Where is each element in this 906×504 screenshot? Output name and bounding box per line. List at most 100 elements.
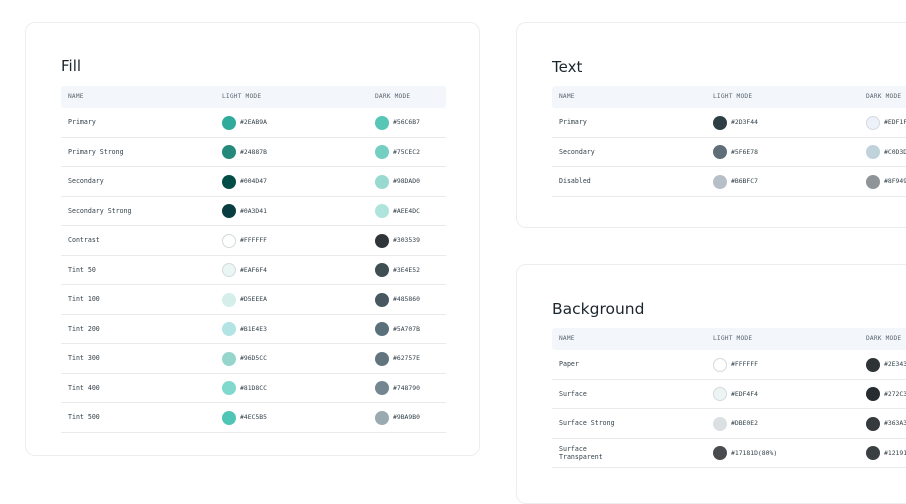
light-color-swatch [713, 387, 727, 401]
dark-hex-value: #485860 [393, 295, 420, 303]
light-hex-value: #2EAB9A [240, 118, 267, 126]
token-name: Paper [559, 360, 579, 368]
light-color-swatch [222, 145, 236, 159]
text-table-header: NAME LIGHT MODE DARK MODE [552, 86, 906, 108]
dark-hex-value: #748790 [393, 383, 420, 392]
dark-color-swatch [375, 322, 389, 336]
fill-table: NAME LIGHT MODE DARK MODE Primary #2EAB9A… [61, 86, 446, 433]
light-hex-value: #2D3F44 [731, 118, 758, 126]
dark-hex-value: #3E4E52 [393, 265, 420, 274]
dark-color-swatch [866, 145, 880, 159]
text-title: Text [552, 58, 583, 76]
dark-hex-value: #303539 [393, 236, 420, 244]
dark-hex-value: #2E343 [884, 360, 906, 368]
dark-color-swatch [375, 233, 389, 248]
token-name: Primary [68, 118, 96, 126]
light-color-swatch [222, 351, 236, 366]
light-color-swatch [222, 115, 236, 130]
dark-hex-value: #56C6B7 [393, 118, 420, 126]
dark-color-swatch [375, 115, 389, 130]
light-hex-value: #B1E4E3 [240, 324, 267, 333]
table-row: Secondary #004D47 #98DAD0 [61, 167, 446, 197]
dark-color-swatch [375, 145, 389, 159]
table-row: Surface #EDF4F4 #272C3 [552, 380, 906, 409]
light-hex-value: #D5EEEA [240, 295, 267, 303]
light-hex-value: #EAF6F4 [240, 265, 267, 274]
dark-hex-value: #62757E [393, 354, 420, 362]
column-header-light: LIGHT MODE [713, 335, 753, 342]
dark-hex-value: #EDF1F [884, 118, 906, 126]
light-color-swatch [713, 174, 727, 189]
token-name: Contrast [68, 236, 100, 244]
table-row: Tint 200 #B1E4E3 #5A707B [61, 315, 446, 344]
light-color-swatch [713, 416, 727, 431]
light-color-swatch [713, 357, 727, 372]
light-hex-value: #004D47 [240, 177, 267, 185]
background-table-body: Paper #FFFFFF #2E343 Surface #EDF4F4 #272C3 Su… [552, 350, 906, 468]
fill-table-body: Primary #2EAB9A #56C6B7 Primary Strong #2488… [61, 108, 446, 433]
column-header-dark: DARK MODE [866, 93, 902, 100]
light-color-swatch [222, 322, 236, 336]
background-table-header: NAME LIGHT MODE DARK MODE [552, 328, 906, 350]
token-name: Primary Strong [68, 147, 124, 156]
dark-color-swatch [866, 416, 880, 431]
dark-hex-value: #98DAD0 [393, 177, 420, 185]
token-name: Surface [559, 389, 587, 398]
column-header-name: NAME [68, 93, 84, 100]
light-hex-value: #17181D(80%) [731, 448, 778, 457]
text-table: NAME LIGHT MODE DARK MODE Primary #2D3F44… [552, 86, 906, 197]
light-hex-value: #FFFFFF [240, 236, 267, 244]
token-name: Surface Strong [559, 419, 615, 427]
dark-color-swatch [375, 410, 389, 425]
light-hex-value: #0A3D41 [240, 206, 267, 215]
light-color-swatch [713, 145, 727, 159]
light-hex-value: #96D5CC [240, 354, 267, 362]
text-card: Text NAME LIGHT MODE DARK MODE Primary #2… [516, 22, 906, 228]
column-header-name: NAME [559, 335, 575, 342]
dark-color-swatch [866, 387, 880, 401]
token-name: Tint 500 [68, 413, 100, 421]
column-header-light: LIGHT MODE [713, 93, 753, 100]
dark-color-swatch [866, 446, 880, 460]
column-header-dark: DARK MODE [375, 93, 411, 100]
light-hex-value: #4EC5B5 [240, 413, 267, 421]
token-name: Tint 400 [68, 383, 100, 392]
light-color-swatch [222, 233, 236, 248]
table-row: Surface Transparent #17181D(80%) #12191 [552, 439, 906, 468]
dark-hex-value: #AEE4DC [393, 206, 420, 215]
dark-hex-value: #9BA9B0 [393, 413, 420, 421]
token-name: Surface Transparent [559, 444, 603, 462]
dark-color-swatch [375, 351, 389, 366]
table-row: Secondary #5F6E78 #C0D3D [552, 138, 906, 167]
dark-color-swatch [866, 115, 880, 130]
dark-hex-value: #363A3 [884, 419, 906, 427]
dark-hex-value: #272C3 [884, 389, 906, 398]
background-title: Background [552, 300, 645, 318]
token-name: Tint 300 [68, 354, 100, 362]
column-header-dark: DARK MODE [866, 335, 902, 342]
light-color-swatch [713, 446, 727, 460]
fill-table-header: NAME LIGHT MODE DARK MODE [61, 86, 446, 108]
light-color-swatch [713, 115, 727, 130]
light-hex-value: #B6BFC7 [731, 177, 758, 185]
light-hex-value: #81D8CC [240, 383, 267, 392]
fill-card: Fill NAME LIGHT MODE DARK MODE Primary #2… [25, 22, 480, 456]
table-row: Tint 50 #EAF6F4 #3E4E52 [61, 256, 446, 285]
table-row: Tint 300 #96D5CC #62757E [61, 344, 446, 374]
dark-color-swatch [866, 357, 880, 372]
column-header-light: LIGHT MODE [222, 93, 262, 100]
dark-color-swatch [375, 292, 389, 307]
text-table-body: Primary #2D3F44 #EDF1F Secondary #5F6E78 #C0D… [552, 108, 906, 197]
table-row: Primary Strong #24887B #75CEC2 [61, 138, 446, 167]
light-color-swatch [222, 292, 236, 307]
dark-color-swatch [375, 381, 389, 395]
dark-hex-value: #8F949 [884, 177, 906, 185]
table-row: Tint 400 #81D8CC #748790 [61, 374, 446, 403]
light-color-swatch [222, 410, 236, 425]
light-color-swatch [222, 381, 236, 395]
table-row: Tint 500 #4EC5B5 #9BA9B0 [61, 403, 446, 433]
light-hex-value: #24887B [240, 147, 267, 156]
token-name: Tint 50 [68, 265, 96, 274]
dark-hex-value: #C0D3D [884, 147, 906, 156]
dark-hex-value: #75CEC2 [393, 147, 420, 156]
